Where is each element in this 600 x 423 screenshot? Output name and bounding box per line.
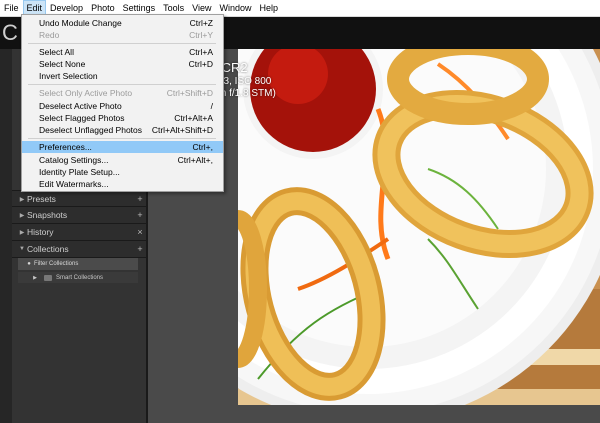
panel-history-label: History (27, 227, 54, 237)
menu-item-select-only-active-photo: Select Only Active Photo Ctrl+Shift+D (39, 88, 213, 98)
clear-history-button[interactable]: × (134, 227, 146, 237)
menu-separator (28, 138, 216, 139)
menu-item-deselect-active-photo[interactable]: Deselect Active Photo / (22, 100, 223, 112)
file-name-text: .CR2 (218, 60, 248, 75)
menu-item-select-flagged-photos[interactable]: Select Flagged Photos Ctrl+Alt+A (22, 112, 223, 124)
search-icon: ● (27, 261, 31, 267)
filter-collections-input[interactable]: ● Filter Collections (18, 258, 138, 270)
menu-item-select-none[interactable]: Select None Ctrl+D (22, 58, 223, 70)
panel-collections[interactable]: ▼ Collections + (12, 240, 146, 258)
edit-menu-dropdown: Undo Module Change Ctrl+Z Redo Ctrl+Y Se… (21, 14, 224, 192)
smart-collections-label: Smart Collections (56, 274, 104, 281)
photo-preview[interactable] (238, 49, 600, 405)
food-photo-image (238, 49, 600, 405)
expand-triangle-icon: ▶ (33, 274, 37, 281)
menu-item-catalog-settings[interactable]: Catalog Settings... Ctrl+Alt+, (22, 154, 223, 166)
lightroom-logo-icon: C (2, 20, 18, 45)
panel-history[interactable]: ▶ History × (12, 223, 146, 241)
add-preset-button[interactable]: + (134, 194, 146, 204)
folder-icon (44, 274, 52, 281)
smart-collections-item[interactable]: ▶ Smart Collections (18, 272, 138, 283)
menu-item-identity-plate-setup[interactable]: Identity Plate Setup... (22, 166, 223, 178)
photo-info-overlay: .CR2 13, ISO 800 m f/1.8 STM) (218, 60, 276, 100)
menu-item-undo-module-change[interactable]: Undo Module Change Ctrl+Z (22, 17, 223, 29)
menu-file[interactable]: File (0, 0, 23, 16)
menu-item-invert-selection[interactable]: Invert Selection (22, 70, 223, 82)
left-panel-edge (0, 49, 12, 423)
menu-item-select-all[interactable]: Select All Ctrl+A (22, 46, 223, 58)
menu-item-redo: Redo Ctrl+Y (39, 30, 213, 40)
menu-separator (28, 43, 216, 44)
menu-help[interactable]: Help (256, 0, 283, 16)
exposure-info-text: 13, ISO 800 (218, 76, 272, 87)
menu-item-preferences[interactable]: Preferences... Ctrl+, (22, 141, 223, 153)
expand-triangle-icon: ▶ (19, 212, 25, 219)
panel-snapshots[interactable]: ▶ Snapshots + (12, 206, 146, 224)
panel-snapshots-label: Snapshots (27, 210, 68, 220)
menu-separator (28, 84, 216, 85)
menu-item-deselect-unflagged-photos[interactable]: Deselect Unflagged Photos Ctrl+Alt+Shift… (22, 124, 223, 136)
filter-collections-label: Filter Collections (34, 261, 79, 267)
expand-triangle-icon: ▶ (19, 229, 25, 236)
add-snapshot-button[interactable]: + (134, 210, 146, 220)
panel-collections-label: Collections (27, 244, 69, 254)
lens-info-text: m f/1.8 STM) (218, 88, 276, 99)
menu-item-edit-watermarks[interactable]: Edit Watermarks... (22, 178, 223, 190)
add-collection-button[interactable]: + (134, 244, 146, 254)
collapse-triangle-icon: ▼ (19, 246, 25, 252)
expand-triangle-icon: ▶ (19, 196, 25, 203)
panel-presets-label: Presets (27, 194, 56, 204)
